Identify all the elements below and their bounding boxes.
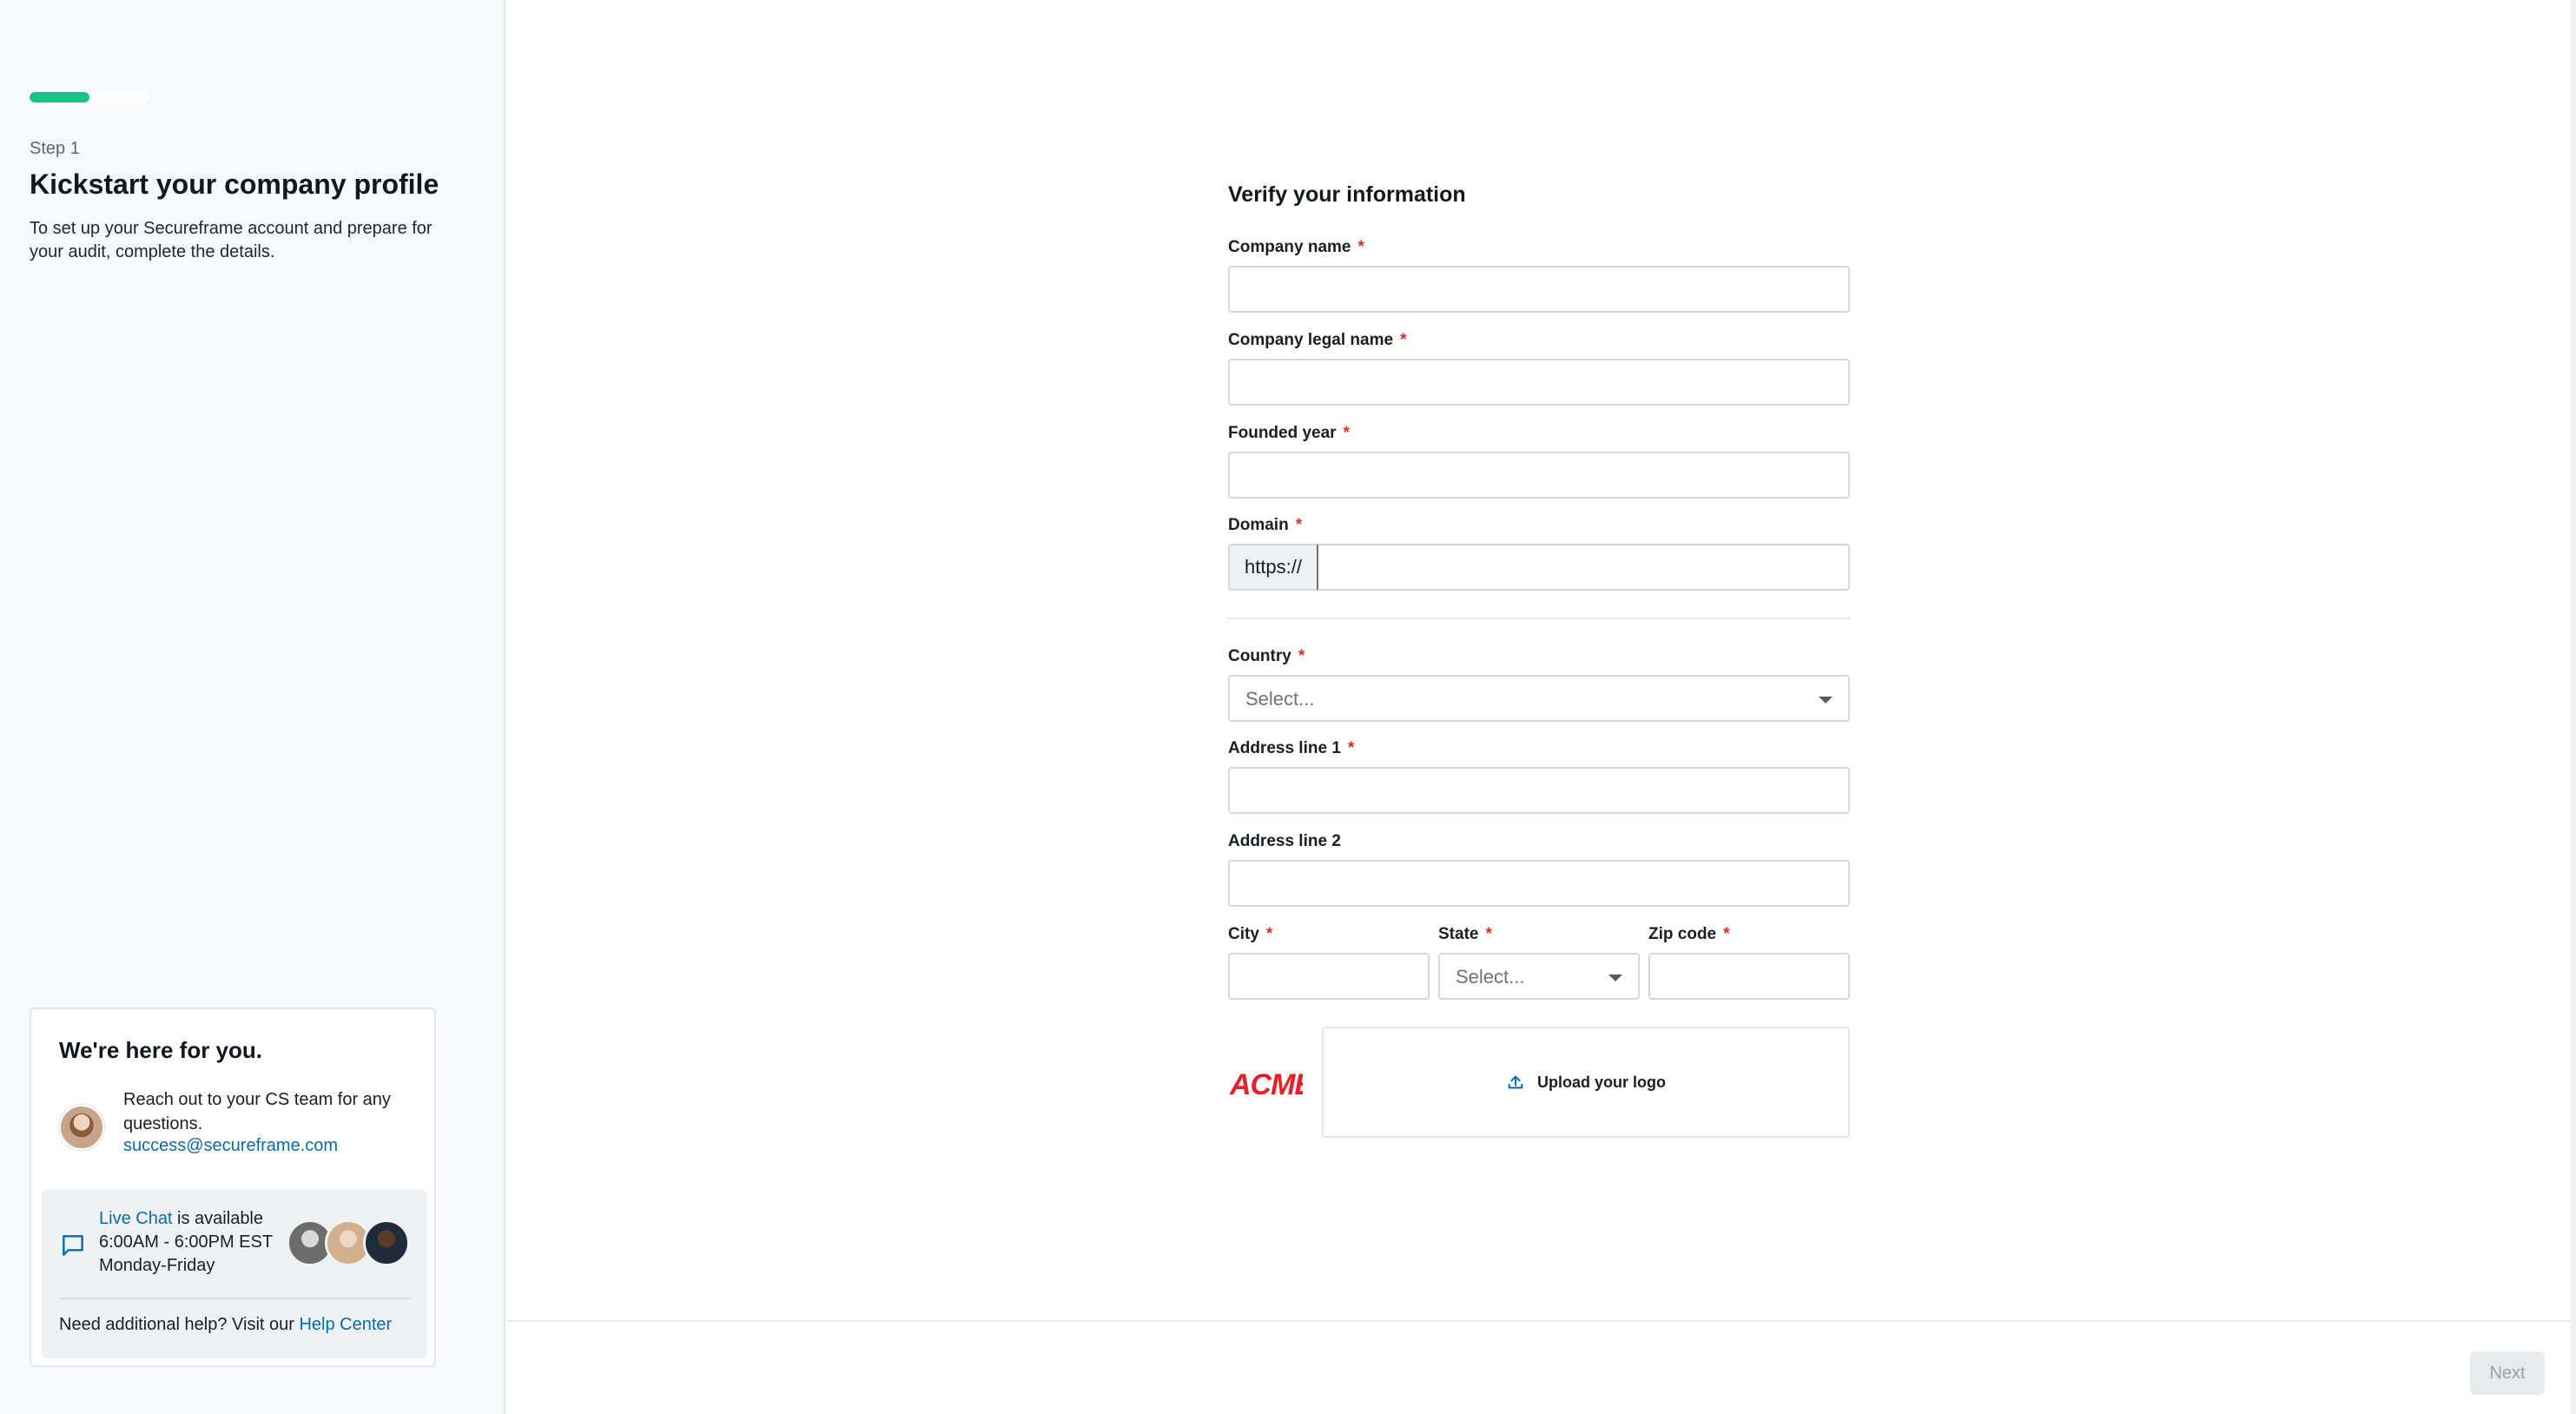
required-marker: * <box>1343 424 1350 442</box>
onboarding-page: Step 1 Kickstart your company profile To… <box>0 0 2576 1414</box>
next-button[interactable]: Next <box>2470 1351 2545 1395</box>
footer-divider <box>507 1320 2576 1322</box>
scrollbar-track[interactable] <box>2571 0 2576 1414</box>
support-team-avatars <box>287 1219 413 1266</box>
step-progress-fill <box>30 92 89 102</box>
domain-label: Domain * <box>1228 516 1302 535</box>
zip-code-label-text: Zip code <box>1648 925 1717 943</box>
live-chat-availability: is available <box>172 1209 264 1228</box>
sidebar-description: To set up your Secureframe account and p… <box>30 219 433 261</box>
company-name-label: Company name * <box>1228 238 1364 257</box>
city-label: City * <box>1228 925 1272 944</box>
address-line-1-label-text: Address line 1 <box>1228 739 1341 757</box>
state-label: State * <box>1438 925 1492 944</box>
additional-help-text: Need additional help? Visit our Help Cen… <box>59 1315 392 1335</box>
required-marker: * <box>1295 516 1303 534</box>
live-chat-hours: 6:00AM - 6:00PM EST <box>99 1232 274 1252</box>
country-label-text: Country <box>1228 647 1291 665</box>
cs-email-link[interactable]: success@secureframe.com <box>123 1136 338 1156</box>
cs-avatar <box>59 1105 104 1150</box>
live-chat-info: Live Chat is available 6:00AM - 6:00PM E… <box>99 1207 273 1278</box>
help-card-title: We're here for you. <box>59 1037 262 1063</box>
upload-logo-label: Upload your logo <box>1537 1073 1666 1091</box>
company-name-label-text: Company name <box>1228 238 1351 256</box>
domain-input[interactable] <box>1317 544 1850 591</box>
chat-divider <box>59 1298 412 1299</box>
step-progress-bar <box>30 92 149 102</box>
required-marker: * <box>1265 925 1273 943</box>
domain-label-text: Domain <box>1228 516 1289 534</box>
country-label: Country * <box>1228 647 1305 666</box>
domain-prefix: https:// <box>1228 544 1317 591</box>
sidebar: Step 1 Kickstart your company profile To… <box>0 0 505 1414</box>
chat-bubble-icon <box>63 1235 83 1256</box>
state-select[interactable]: Select... <box>1438 953 1640 1000</box>
address-line-1-label: Address line 1 * <box>1228 739 1354 758</box>
address-line-2-input[interactable] <box>1228 860 1850 907</box>
live-chat-link[interactable]: Live Chat <box>99 1209 173 1228</box>
cs-contact-text: Reach out to your CS team for any questi… <box>123 1090 391 1133</box>
upload-icon <box>1508 1075 1523 1089</box>
zip-code-input[interactable] <box>1648 953 1850 1000</box>
avatar <box>363 1219 410 1266</box>
required-marker: * <box>1723 925 1730 943</box>
required-marker: * <box>1347 739 1355 757</box>
company-logo-preview: ACME <box>1229 1068 1303 1101</box>
address-line-1-input[interactable] <box>1228 767 1850 814</box>
help-center-link[interactable]: Help Center <box>299 1315 392 1334</box>
founded-year-label: Founded year * <box>1228 424 1350 443</box>
additional-help-prefix: Need additional help? Visit our <box>59 1315 300 1334</box>
company-legal-name-label: Company legal name * <box>1228 331 1406 350</box>
form-title: Verify your information <box>1228 182 1466 207</box>
state-label-text: State <box>1438 925 1479 943</box>
required-marker: * <box>1357 238 1364 256</box>
founded-year-label-text: Founded year <box>1228 424 1337 442</box>
required-marker: * <box>1298 647 1305 665</box>
required-marker: * <box>1400 331 1407 349</box>
sidebar-title: Kickstart your company profile <box>30 168 439 200</box>
city-input[interactable] <box>1228 953 1430 1000</box>
step-label: Step 1 <box>30 139 80 158</box>
address-line-2-label: Address line 2 <box>1228 832 1341 850</box>
state-select-placeholder: Select... <box>1456 966 1525 988</box>
country-select[interactable]: Select... <box>1228 675 1850 722</box>
country-select-placeholder: Select... <box>1245 688 1315 710</box>
city-label-text: City <box>1228 925 1259 943</box>
help-card: We're here for you. Reach out to your CS… <box>30 1008 436 1367</box>
chevron-down-icon <box>1819 697 1833 704</box>
section-divider <box>1228 618 1850 619</box>
live-chat-box: Live Chat is available 6:00AM - 6:00PM E… <box>42 1190 427 1358</box>
company-legal-name-input[interactable] <box>1228 359 1850 406</box>
main-content: Verify your information Company name * Co… <box>507 0 2576 1414</box>
company-legal-name-label-text: Company legal name <box>1228 331 1394 349</box>
live-chat-days: Monday-Friday <box>99 1256 215 1275</box>
chevron-down-icon <box>1608 975 1622 981</box>
required-marker: * <box>1485 925 1492 943</box>
founded-year-input[interactable] <box>1228 452 1850 499</box>
logo-text: ACME <box>1229 1068 1303 1101</box>
company-name-input[interactable] <box>1228 266 1850 313</box>
upload-button[interactable]: Upload your logo <box>1506 1073 1666 1092</box>
logo-upload-dropzone[interactable]: Upload your logo <box>1322 1027 1850 1138</box>
zip-code-label: Zip code * <box>1648 925 1730 944</box>
